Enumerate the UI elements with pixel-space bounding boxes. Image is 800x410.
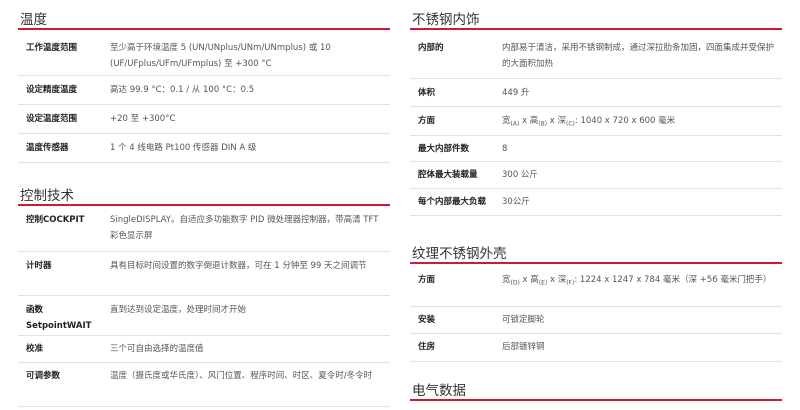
spec-value: 300 公斤 bbox=[502, 169, 538, 180]
dim-width-label: 宽 bbox=[502, 115, 511, 126]
table-row: 温度传感器 1 个 4 线电路 Pt100 传感器 DIN A 级 bbox=[18, 133, 390, 162]
spec-value: 30公斤 bbox=[502, 196, 530, 207]
section-electrical-data: 电气数据 bbox=[410, 371, 782, 401]
dim-width-sub: (D) bbox=[510, 279, 520, 287]
section-title: 温度 bbox=[18, 0, 390, 30]
table-row: 校准 三个可自由选择的温度值 bbox=[18, 336, 390, 363]
spec-value: +20 至 +300°C bbox=[110, 113, 176, 124]
spec-value: 8 bbox=[502, 143, 508, 154]
spec-value: 三个可自由选择的温度值 bbox=[110, 344, 204, 354]
spec-value: 直到达到设定温度，处理时间才开始 bbox=[110, 305, 247, 315]
section-textured-exterior: 纹理不锈钢外壳 方面 宽(D) x 高(E) x 深(F): 1224 x 12… bbox=[410, 234, 782, 363]
left-column: 温度 工作温度范围 至少高于环境温度 5 (UN/UNplus/UNm/UNmp… bbox=[18, 0, 390, 407]
dim-values: : 1040 x 720 x 600 毫米 bbox=[574, 115, 676, 126]
dim-width-label: 宽 bbox=[502, 274, 511, 285]
spec-value: 宽(A) x 高(B) x 深(C): 1040 x 720 x 600 毫米 bbox=[502, 115, 676, 128]
spec-key: 设定温度范围 bbox=[26, 113, 78, 124]
dim-depth-label: 深 bbox=[557, 115, 567, 126]
spec-value: 可锁定脚轮 bbox=[502, 315, 545, 325]
table-row: 设定精度温度 高达 99.9 °C：0.1 / 从 100 °C：0.5 bbox=[18, 75, 390, 104]
spec-key: 控制COCKPIT bbox=[26, 214, 85, 225]
dim-depth-label: 深 bbox=[557, 274, 567, 285]
table-row: 安装 可锁定脚轮 bbox=[410, 307, 782, 334]
spec-key: 方面 bbox=[418, 115, 436, 126]
spec-value: 温度（摄氏度或华氏度）、风门位置、程序时间、时区、夏令时/冬令时 bbox=[110, 371, 373, 381]
spec-value: 内部易于清洁，采用不锈钢制成，通过深拉肋条加固，四面集成并受保护的大面积加热 bbox=[502, 43, 775, 69]
spec-key: 函数 SetpointWAIT bbox=[26, 305, 92, 331]
spec-key: 腔体最大装载量 bbox=[418, 169, 478, 180]
spec-value: 具有目标时间设置的数字倒退计数器，可在 1 分钟至 99 天之间调节 bbox=[110, 261, 367, 271]
spec-table: 控制COCKPIT SingleDISPLAY。自适应多功能数字 PID 微处理… bbox=[18, 206, 390, 408]
section-control-technology: 控制技术 控制COCKPIT SingleDISPLAY。自适应多功能数字 PI… bbox=[18, 176, 390, 408]
section-title: 控制技术 bbox=[18, 176, 390, 206]
section-temperature: 温度 工作温度范围 至少高于环境温度 5 (UN/UNplus/UNm/UNmp… bbox=[18, 0, 390, 163]
table-row: 控制COCKPIT SingleDISPLAY。自适应多功能数字 PID 微处理… bbox=[18, 206, 390, 252]
dim-height-label: 高 bbox=[530, 274, 539, 285]
spec-key: 设定精度温度 bbox=[26, 84, 78, 95]
table-row: 函数 SetpointWAIT 直到达到设定温度，处理时间才开始 bbox=[18, 296, 390, 336]
spec-value: 宽(D) x 高(E) x 深(F): 1224 x 1247 x 784 毫米… bbox=[502, 274, 772, 287]
section-title: 不锈钢内饰 bbox=[410, 0, 782, 30]
table-row: 可调参数 温度（摄氏度或华氏度）、风门位置、程序时间、时区、夏令时/冬令时 bbox=[18, 363, 390, 407]
section-stainless-interior: 不锈钢内饰 内部的 内部易于清洁，采用不锈钢制成，通过深拉肋条加固，四面集成并受… bbox=[410, 0, 782, 216]
table-row: 内部的 内部易于清洁，采用不锈钢制成，通过深拉肋条加固，四面集成并受保护的大面积… bbox=[410, 30, 782, 78]
spec-value: 高达 99.9 °C：0.1 / 从 100 °C：0.5 bbox=[110, 84, 255, 95]
table-row: 方面 宽(A) x 高(B) x 深(C): 1040 x 720 x 600 … bbox=[410, 106, 782, 135]
table-row: 最大内部件数 8 bbox=[410, 135, 782, 161]
spec-table: 内部的 内部易于清洁，采用不锈钢制成，通过深拉肋条加固，四面集成并受保护的大面积… bbox=[410, 30, 782, 216]
spec-key: 住房 bbox=[418, 342, 436, 352]
dim-height-sub: (E) bbox=[538, 279, 548, 287]
table-row: 每个内部最大负载 30公斤 bbox=[410, 188, 782, 215]
table-row: 工作温度范围 至少高于环境温度 5 (UN/UNplus/UNm/UNmplus… bbox=[18, 30, 390, 75]
table-row: 方面 宽(D) x 高(E) x 深(F): 1224 x 1247 x 784… bbox=[410, 264, 782, 307]
spec-key: 温度传感器 bbox=[26, 142, 69, 153]
spec-value: 449 升 bbox=[502, 87, 530, 98]
spec-value: 1 个 4 线电路 Pt100 传感器 DIN A 级 bbox=[110, 142, 257, 153]
spec-value: 后部镀锌钢 bbox=[502, 342, 545, 352]
spec-value: 至少高于环境温度 5 (UN/UNplus/UNm/UNmplus) 或 10 … bbox=[110, 43, 331, 69]
spec-key: 每个内部最大负载 bbox=[418, 196, 487, 207]
section-title: 电气数据 bbox=[410, 371, 782, 401]
dim-width-sub: (A) bbox=[510, 120, 520, 128]
spec-table: 工作温度范围 至少高于环境温度 5 (UN/UNplus/UNm/UNmplus… bbox=[18, 30, 390, 163]
spec-key: 安装 bbox=[418, 315, 436, 325]
spec-table: 方面 宽(D) x 高(E) x 深(F): 1224 x 1247 x 784… bbox=[410, 264, 782, 363]
spec-key: 最大内部件数 bbox=[418, 143, 470, 154]
spec-key: 工作温度范围 bbox=[26, 43, 78, 53]
dim-height-sub: (B) bbox=[538, 120, 548, 128]
section-title: 纹理不锈钢外壳 bbox=[410, 234, 782, 264]
dim-height-label: 高 bbox=[529, 115, 539, 126]
spec-value: SingleDISPLAY。自适应多功能数字 PID 微处理器控制器，带高清 T… bbox=[110, 214, 379, 241]
dim-depth-sub: (C) bbox=[566, 120, 575, 128]
table-row: 设定温度范围 +20 至 +300°C bbox=[18, 104, 390, 133]
table-row: 计时器 具有目标时间设置的数字倒退计数器，可在 1 分钟至 99 天之间调节 bbox=[18, 252, 390, 296]
spec-key: 计时器 bbox=[26, 261, 52, 271]
table-row: 腔体最大装载量 300 公斤 bbox=[410, 161, 782, 188]
spec-key: 内部的 bbox=[418, 43, 444, 53]
table-row: 住房 后部镀锌钢 bbox=[410, 334, 782, 362]
right-column: 不锈钢内饰 内部的 内部易于清洁，采用不锈钢制成，通过深拉肋条加固，四面集成并受… bbox=[410, 0, 782, 401]
spec-key: 校准 bbox=[26, 344, 44, 354]
table-row: 体积 449 升 bbox=[410, 78, 782, 106]
spec-key: 体积 bbox=[418, 87, 436, 98]
spec-key: 可调参数 bbox=[26, 371, 61, 381]
dim-values: : 1224 x 1247 x 784 毫米（深 +56 毫米门把手） bbox=[574, 274, 772, 285]
spec-key: 方面 bbox=[418, 274, 436, 285]
